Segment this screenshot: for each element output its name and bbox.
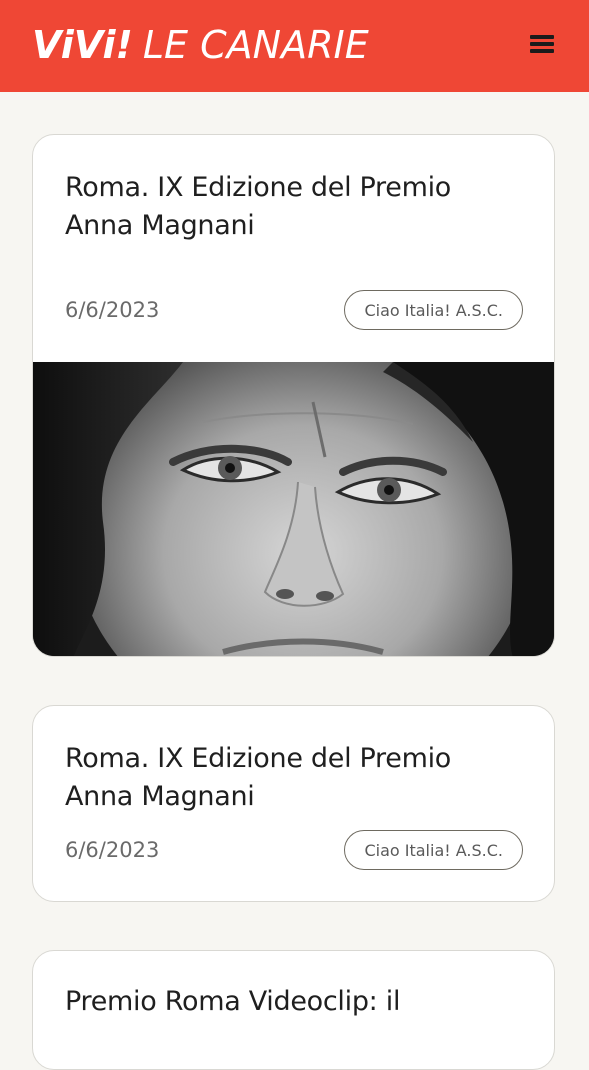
- article-title[interactable]: Roma. IX Edizione del Premio Anna Magnan…: [65, 169, 525, 245]
- article-date: 6/6/2023: [65, 298, 160, 322]
- article-card[interactable]: Premio Roma Videoclip: il: [32, 950, 555, 1070]
- menu-bar-top: [530, 35, 554, 39]
- logo-wordmark-light: LE CANARIE: [142, 23, 369, 67]
- menu-bar-bottom: [530, 49, 554, 53]
- article-card[interactable]: Roma. IX Edizione del Premio Anna Magnan…: [32, 705, 555, 902]
- article-title[interactable]: Premio Roma Videoclip: il: [65, 983, 525, 1021]
- article-tag[interactable]: Ciao Italia! A.S.C.: [344, 290, 523, 330]
- article-image[interactable]: [33, 362, 554, 656]
- article-title[interactable]: Roma. IX Edizione del Premio Anna Magnan…: [65, 740, 525, 816]
- site-header: ViVi! LE CANARIE: [0, 0, 589, 92]
- menu-bar-middle: [530, 42, 554, 46]
- site-logo[interactable]: ViVi! LE CANARIE: [32, 20, 369, 70]
- logo-wordmark-bold: ViVi!: [32, 23, 133, 67]
- article-card[interactable]: Roma. IX Edizione del Premio Anna Magnan…: [32, 134, 555, 657]
- article-date: 6/6/2023: [65, 838, 160, 862]
- article-tag[interactable]: Ciao Italia! A.S.C.: [344, 830, 523, 870]
- hamburger-menu-icon[interactable]: [524, 28, 560, 60]
- portrait-photo: [33, 362, 554, 656]
